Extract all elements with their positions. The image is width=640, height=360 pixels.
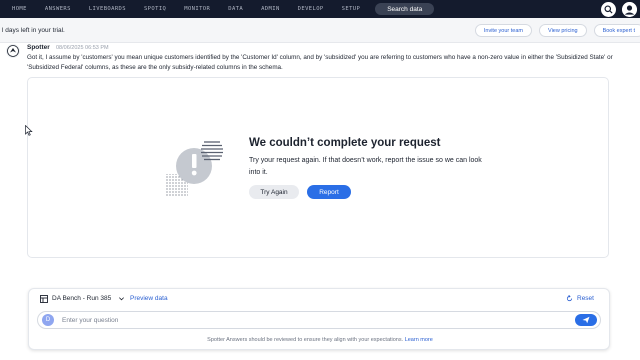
error-body: Try your request again. If that doesn’t … <box>249 157 482 176</box>
reset-button[interactable]: Reset <box>577 295 594 302</box>
preview-data-link[interactable]: Preview data <box>130 295 168 302</box>
book-expert-button[interactable]: Book expert t <box>593 24 640 37</box>
top-navigation: HOME ANSWERS LIVEBOARDS SPOTIQ MONITOR D… <box>0 0 640 18</box>
invite-team-button[interactable]: Invite your team <box>474 24 533 37</box>
learn-more-link[interactable]: Learn more <box>405 337 433 343</box>
spotter-icon <box>6 44 20 58</box>
search-icon[interactable] <box>601 1 616 17</box>
error-illustration <box>166 141 223 196</box>
send-icon <box>582 316 590 324</box>
reset-icon[interactable] <box>566 295 573 302</box>
nav-liveboards[interactable]: LIVEBOARDS <box>80 6 135 12</box>
message-timestamp: 08/06/2025 06:53 PM <box>56 45 109 51</box>
disclaimer-text: Spotter Answers should be reviewed to en… <box>207 337 404 343</box>
question-panel: DA Bench - Run 385 Preview data Reset D … <box>28 288 610 350</box>
nav-admin[interactable]: ADMIN <box>252 6 289 12</box>
trial-banner: l days left in your trial. Invite your t… <box>0 18 640 43</box>
view-pricing-button[interactable]: View pricing <box>539 24 587 37</box>
cursor-icon <box>25 125 33 136</box>
nav-data[interactable]: DATA <box>219 6 252 12</box>
nav-right-group <box>601 0 640 18</box>
user-initial-avatar: D <box>42 314 54 326</box>
message-text: Got it, I assume by 'customers' you mean… <box>27 54 613 71</box>
nav-setup[interactable]: SETUP <box>333 6 370 12</box>
nav-develop[interactable]: DEVELOP <box>289 6 333 12</box>
datasource-name[interactable]: DA Bench - Run 385 <box>52 295 111 302</box>
question-box: D <box>37 311 601 329</box>
trial-text: l days left in your trial. <box>2 26 65 34</box>
send-button[interactable] <box>575 314 597 326</box>
error-title: We couldn’t complete your request <box>249 137 441 149</box>
user-avatar-icon[interactable] <box>622 1 637 17</box>
search-data-button[interactable]: Search data <box>375 3 435 15</box>
nav-answers[interactable]: ANSWERS <box>36 6 80 12</box>
error-card: We couldn’t complete your request Try yo… <box>27 77 609 258</box>
chevron-down-icon[interactable] <box>118 295 125 302</box>
disclaimer: Spotter Answers should be reviewed to en… <box>29 337 611 343</box>
nav-monitor[interactable]: MONITOR <box>175 6 219 12</box>
question-input[interactable] <box>62 315 542 326</box>
table-icon <box>40 295 48 303</box>
trial-buttons: Invite your team View pricing Book exper… <box>468 24 640 37</box>
nav-home[interactable]: HOME <box>0 6 36 12</box>
report-button[interactable]: Report <box>307 185 351 199</box>
try-again-button[interactable]: Try Again <box>249 185 299 199</box>
nav-spotiq[interactable]: SPOTIQ <box>135 6 175 12</box>
message-author: Spotter <box>27 44 50 51</box>
